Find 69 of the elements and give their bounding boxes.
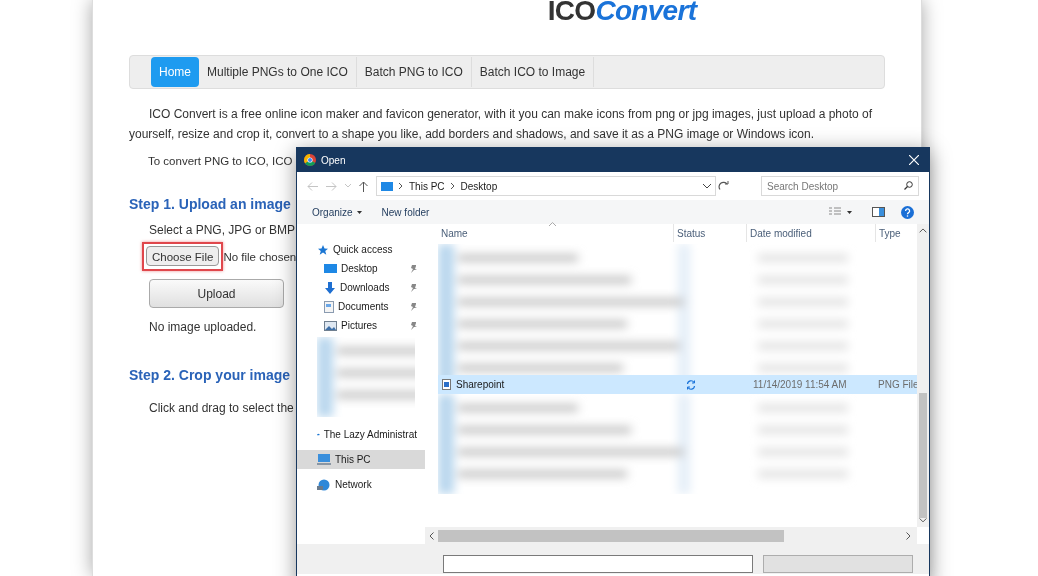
nav-pane-item[interactable]: Quick access: [297, 240, 425, 259]
nav-tab[interactable]: Multiple PNGs to One ICO: [199, 57, 357, 87]
step-heading: Step 1. Upload an image: [129, 195, 291, 214]
toolbar-button[interactable]: New folder: [381, 204, 430, 220]
caret-icon[interactable]: [847, 210, 852, 214]
nav-pane-item[interactable]: This PC: [297, 450, 425, 469]
vertical-scrollbar[interactable]: [919, 392, 927, 519]
column-header[interactable]: Date modified: [747, 224, 876, 242]
nav-pane-item[interactable]: The Lazy Administrat: [297, 425, 425, 444]
image-icon: [324, 320, 337, 331]
nav-pane-item[interactable]: Pictures: [297, 316, 425, 335]
nav-pane-item[interactable]: Desktop: [297, 259, 425, 278]
close-icon[interactable]: [909, 155, 919, 165]
monitor-icon: [324, 263, 337, 274]
dialog-title: Open: [321, 153, 346, 168]
nav-tab[interactable]: Batch ICO to Image: [471, 57, 595, 87]
scroll-down-icon[interactable]: [919, 518, 927, 523]
search-icon: [904, 181, 913, 190]
step-text: Select a PNG, JPG or BMP: [149, 222, 296, 239]
caret-icon: [356, 210, 362, 214]
toolbar-button[interactable]: Organize: [312, 204, 362, 220]
column-header[interactable]: Status: [674, 224, 747, 242]
address-bar[interactable]: This PC Desktop: [376, 176, 716, 196]
refresh-icon[interactable]: [718, 180, 729, 192]
pin-icon: [410, 264, 417, 273]
scroll-left-icon[interactable]: [429, 531, 434, 540]
sync-icon: [686, 379, 696, 390]
step-heading: Step 2. Crop your image: [129, 366, 291, 385]
nav-pane-item[interactable]: Documents: [297, 297, 425, 316]
file-name: Sharepoint: [456, 378, 505, 392]
chevron-icon: [399, 183, 403, 189]
column-header[interactable]: Type: [876, 224, 917, 242]
image-file-icon: [442, 379, 451, 390]
scroll-up-icon[interactable]: [919, 228, 927, 233]
upload-button[interactable]: Upload: [149, 279, 284, 308]
column-header[interactable]: Name: [438, 224, 674, 242]
star-icon: [317, 243, 329, 256]
horizontal-scrollbar[interactable]: [438, 529, 784, 542]
sort-caret-icon: [549, 222, 556, 226]
file-date: 11/14/2019 11:54 AM: [752, 378, 848, 392]
file-status: No file chosen: [223, 249, 297, 265]
up-arrow-icon[interactable]: [359, 180, 368, 192]
browser-icon: [304, 154, 316, 166]
caret-icon[interactable]: [703, 183, 711, 189]
preview-pane-icon[interactable]: [872, 207, 885, 217]
network-icon: [317, 478, 331, 491]
logo: ICOConvert: [547, 0, 697, 22]
choose-file-button[interactable]: Choose File: [146, 246, 220, 266]
scroll-right-icon[interactable]: [906, 531, 911, 540]
upload-result: No image uploaded.: [149, 319, 257, 336]
nav-pane-item[interactable]: Network: [297, 475, 425, 494]
help-icon[interactable]: [901, 205, 914, 219]
intro-paragraph: ICO Convert is a free online icon maker and favicon generator, with it you can make icons from png or jpg images, just upload a photo of yourself, resize and crop it, convert to a shape you like, add borders and shadows, and save it as a PNG image or Windows icon.: [129, 106, 874, 143]
computer-icon: [381, 181, 393, 191]
nav-tab[interactable]: Batch PNG to ICO: [356, 57, 472, 87]
breadcrumb-item[interactable]: Desktop: [460, 178, 498, 194]
intro-paragraph: To convert PNG to ICO, ICO: [148, 154, 293, 169]
breadcrumb-item[interactable]: This PC: [409, 178, 445, 194]
pin-icon: [410, 321, 417, 330]
download-icon: [324, 281, 336, 294]
file-name-field[interactable]: [443, 555, 753, 573]
chevron-icon: [450, 183, 455, 189]
nav-pane-item[interactable]: Downloads: [297, 278, 425, 297]
document-icon: [324, 300, 334, 313]
pin-icon: [410, 302, 417, 311]
step-text: Click and drag to select the: [149, 400, 294, 417]
computer-icon: [317, 454, 331, 465]
pin-icon: [410, 283, 417, 292]
search-field[interactable]: Search Desktop: [761, 176, 919, 196]
